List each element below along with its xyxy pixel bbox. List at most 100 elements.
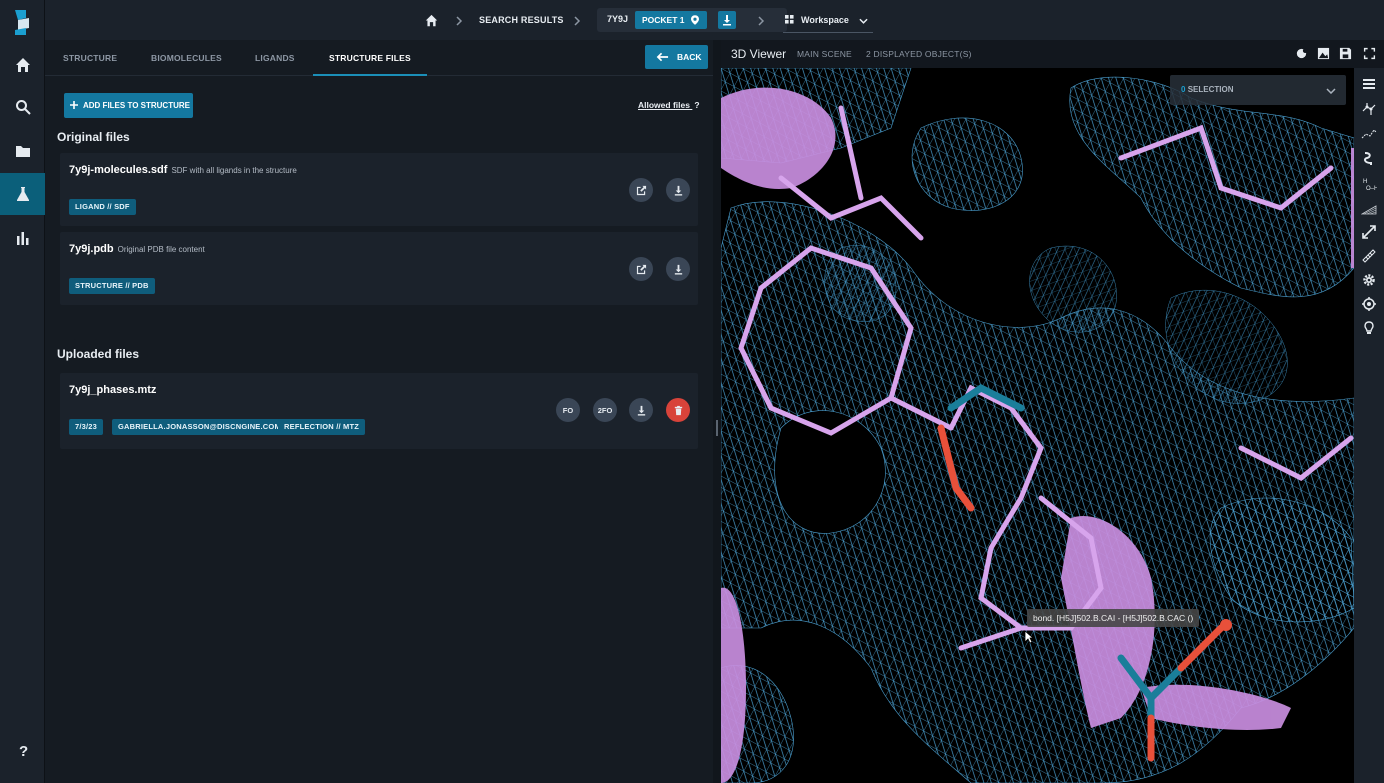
center-button[interactable] (1357, 293, 1381, 315)
mouse-cursor-icon (1024, 630, 1034, 644)
ribbon-button[interactable] (1357, 148, 1381, 170)
open-file-button[interactable] (629, 257, 653, 281)
svg-text:H: H (1363, 179, 1367, 185)
file-card: 7y9j-molecules.sdf SDF with all ligands i… (60, 153, 698, 226)
chevron-right-icon (757, 14, 765, 26)
settings-button[interactable] (1357, 269, 1381, 291)
delete-file-button[interactable] (666, 398, 690, 422)
file-name: 7y9j-molecules.sdf (69, 164, 168, 176)
help-nav-button[interactable]: ? (0, 729, 45, 771)
file-name-line: 7y9j.pdb Original PDB file content (69, 243, 205, 255)
tab-biomolecules[interactable]: BIOMOLECULES (151, 40, 222, 76)
ruler-icon (1362, 249, 1376, 263)
download-file-button[interactable] (666, 178, 690, 202)
analytics-nav-button[interactable] (0, 217, 45, 259)
fullscreen-icon[interactable] (1363, 47, 1376, 60)
download-icon (723, 15, 731, 26)
line-view-button[interactable] (1357, 123, 1381, 145)
bar-chart-icon (16, 232, 28, 245)
file-type-tag: REFLECTION // MTZ (278, 419, 366, 435)
selection-label: SELECTION (1187, 85, 1234, 94)
viewer-panel: 3D Viewer MAIN SCENE 2 DISPLAYED OBJECT(… (721, 40, 1384, 783)
hydrogen-button[interactable]: H O–H (1357, 173, 1381, 195)
tab-bar: STRUCTURE BIOMOLECULES LIGANDS STRUCTURE… (45, 40, 713, 76)
bulb-icon (1364, 321, 1374, 334)
scene-label[interactable]: MAIN SCENE (797, 49, 852, 59)
app-logo[interactable] (12, 8, 32, 36)
download-file-button[interactable] (629, 398, 653, 422)
search-nav-button[interactable] (0, 86, 45, 128)
allowed-files-link[interactable]: Allowed files ? (638, 100, 700, 110)
add-files-button[interactable]: ADD FILES TO STRUCTURE (64, 93, 193, 118)
home-nav-button[interactable] (0, 44, 45, 86)
lighting-button[interactable] (1357, 317, 1381, 339)
menu-button[interactable] (1357, 73, 1381, 95)
left-nav-rail: ? (0, 0, 45, 783)
tab-structure[interactable]: STRUCTURE (63, 40, 117, 76)
open-external-icon (636, 264, 646, 274)
chevron-right-icon (455, 14, 463, 26)
selection-text: 0 SELECTION (1181, 85, 1233, 94)
grid-icon (785, 15, 794, 24)
file-card: 7y9j.pdb Original PDB file content STRUCT… (60, 232, 698, 305)
experiments-nav-button[interactable] (0, 173, 45, 215)
breadcrumb-search-results[interactable]: SEARCH RESULTS (479, 0, 564, 40)
pocket-label: POCKET 1 (642, 15, 685, 25)
download-icon (637, 405, 645, 416)
2fo-label: 2FO (597, 405, 613, 415)
2fo-map-button[interactable]: 2FO (593, 398, 617, 422)
selection-count: 0 (1181, 85, 1186, 94)
pocket-button[interactable]: POCKET 1 (635, 11, 707, 29)
selection-dropdown[interactable]: 0 SELECTION (1170, 75, 1346, 105)
breadcrumb-home[interactable] (425, 0, 438, 40)
uploaded-file-card: 7y9j_phases.mtz 7/3/23 GABRIELLA.JONASSO… (60, 373, 698, 449)
surface-button[interactable] (1357, 199, 1381, 221)
panel-resize-handle[interactable] (713, 40, 721, 783)
viewer-toolbar: H O–H (1354, 68, 1384, 783)
workspace-dropdown[interactable]: Workspace (783, 8, 873, 33)
zoom-fit-button[interactable] (1357, 221, 1381, 243)
structure-download-button[interactable] (718, 11, 736, 29)
hydrogen-icon: HO–H (1363, 179, 1377, 192)
file-type-tag: STRUCTURE // PDB (69, 278, 155, 294)
ball-stick-button[interactable] (1357, 98, 1381, 120)
measure-button[interactable] (1357, 245, 1381, 267)
structure-files-panel: STRUCTURE BIOMOLECULES LIGANDS STRUCTURE… (45, 40, 713, 783)
open-file-button[interactable] (629, 178, 653, 202)
open-external-icon (636, 185, 646, 195)
gear-icon (1363, 274, 1375, 286)
add-files-label: ADD FILES TO STRUCTURE (83, 101, 190, 110)
tab-ligands[interactable]: LIGANDS (255, 40, 295, 76)
upload-date-tag: 7/3/23 (69, 419, 104, 435)
home-icon (15, 58, 30, 72)
download-icon (674, 185, 682, 196)
image-icon[interactable] (1317, 47, 1330, 60)
molecule-icon (1362, 103, 1376, 115)
save-icon[interactable] (1339, 47, 1352, 60)
displayed-objects-label[interactable]: 2 DISPLAYED OBJECT(S) (866, 49, 972, 59)
surface-icon (1361, 205, 1377, 215)
structure-code[interactable]: 7Y9J (607, 14, 628, 24)
tab-structure-files[interactable]: STRUCTURE FILES (313, 40, 427, 76)
home-icon (425, 14, 438, 26)
download-file-button[interactable] (666, 257, 690, 281)
arrow-left-icon (656, 52, 669, 62)
menu-icon (1363, 79, 1375, 89)
folder-icon (15, 146, 30, 157)
molecule-3d-canvas[interactable] (721, 68, 1354, 783)
top-bar: SEARCH RESULTS 7Y9J POCKET 1 Workspace (45, 0, 1384, 40)
download-icon (674, 264, 682, 275)
svg-text:O–H: O–H (1366, 186, 1377, 192)
allowed-files-label: Allowed files (638, 100, 690, 110)
share-icon[interactable] (1295, 47, 1308, 60)
back-button[interactable]: BACK (645, 45, 708, 69)
fo-map-button[interactable]: FO (556, 398, 580, 422)
file-type-tag: LIGAND // SDF (69, 199, 136, 215)
back-label: BACK (677, 52, 702, 62)
files-nav-button[interactable] (0, 130, 45, 172)
viewer-header: 3D Viewer MAIN SCENE 2 DISPLAYED OBJECT(… (721, 40, 1384, 68)
structure-icon (1361, 129, 1377, 139)
file-name: 7y9j.pdb (69, 243, 114, 255)
file-name-line: 7y9j-molecules.sdf SDF with all ligands i… (69, 164, 297, 176)
original-files-title: Original files (57, 130, 130, 144)
